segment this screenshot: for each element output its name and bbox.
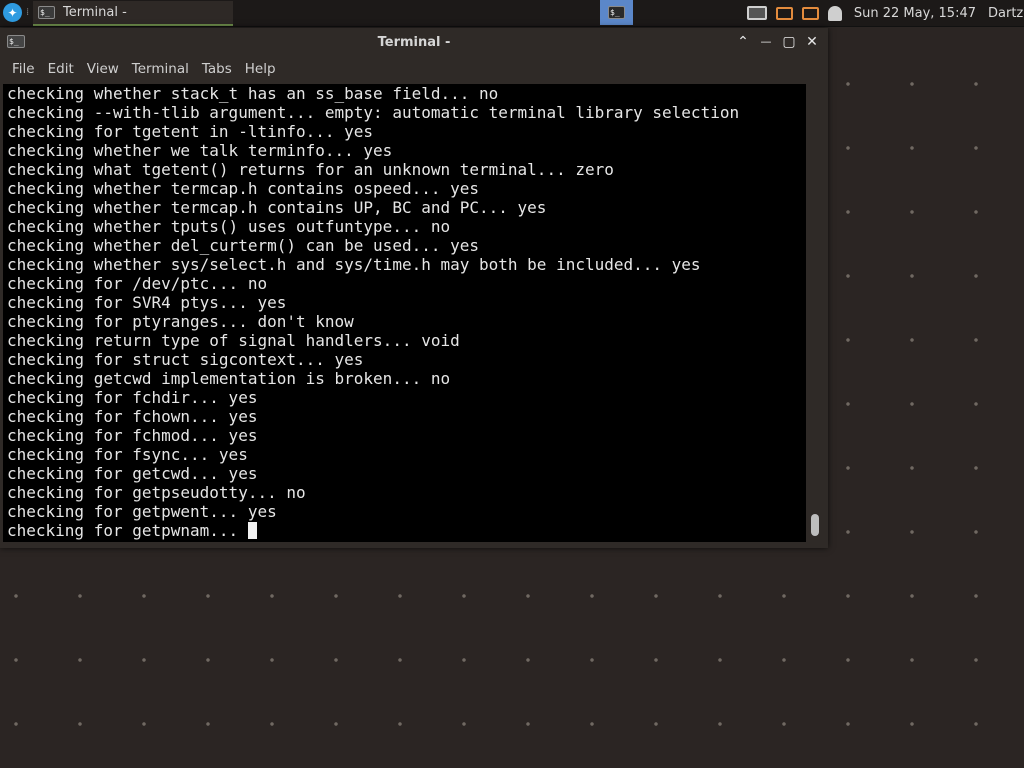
scrollbar[interactable] [808,84,822,542]
terminal-line: checking --with-tlib argument... empty: … [7,103,740,122]
terminal-line: checking for getpseudotty... no [7,483,306,502]
menu-help[interactable]: Help [245,61,276,77]
close-button[interactable]: ✕ [802,32,822,52]
menu-tabs[interactable]: Tabs [202,61,232,77]
maximize-button[interactable]: ▢ [779,32,799,52]
terminal-lines: checking whether stack_t has an ss_base … [3,84,806,540]
terminal-line: checking for getcwd... yes [7,464,258,483]
terminal-line: checking for struct sigcontext... yes [7,350,364,369]
terminal-line: checking whether stack_t has an ss_base … [7,84,499,103]
workspace-switcher[interactable]: $_ [600,0,633,25]
terminal-output[interactable]: checking whether stack_t has an ss_base … [3,84,806,542]
terminal-line: checking for fchdir... yes [7,388,258,407]
terminal-line: checking for fchown... yes [7,407,258,426]
taskbar-item-terminal[interactable]: $_ Terminal - [33,1,233,26]
menu-terminal[interactable]: Terminal [132,61,189,77]
window-title: Terminal - [377,35,451,50]
taskbar-item-label: Terminal - [63,5,127,20]
terminal-line: checking what tgetent() returns for an u… [7,160,614,179]
terminal-line: checking for getpwent... yes [7,502,277,521]
top-panel: ✦ ⁞ $_ Terminal - $_ Sun 22 May, 15:47 D… [0,0,1024,27]
system-tray: Sun 22 May, 15:47 Dartz [746,0,1024,26]
terminal-line: checking for fchmod... yes [7,426,258,445]
terminal-line: checking whether we talk terminfo... yes [7,141,393,160]
panel-handle: ⁞ [26,7,30,18]
terminal-line: checking whether del_curterm() can be us… [7,236,480,255]
terminal-line: checking for getpwnam... [7,521,806,540]
terminal-line: checking for fsync... yes [7,445,248,464]
menu-bar: File Edit View Terminal Tabs Help [0,56,828,82]
chat-icon[interactable] [775,6,793,20]
terminal-line: checking whether termcap.h contains UP, … [7,198,547,217]
user-name[interactable]: Dartz [988,6,1024,21]
terminal-line: checking whether termcap.h contains ospe… [7,179,480,198]
shade-button[interactable]: ⌃ [733,32,753,52]
terminal-icon: $_ [38,6,55,19]
minimize-button[interactable]: — [756,32,776,52]
terminal-icon: $_ [608,6,625,19]
notes-icon[interactable] [801,6,819,20]
terminal-line: checking for ptyranges... don't know [7,312,354,331]
terminal-line: checking whether tputs() uses outfuntype… [7,217,451,236]
terminal-line: checking for SVR4 ptys... yes [7,293,287,312]
terminal-line: checking for /dev/ptc... no [7,274,268,293]
scrollbar-thumb[interactable] [811,514,819,536]
terminal-line: checking whether sys/select.h and sys/ti… [7,255,701,274]
terminal-line: checking for tgetent in -ltinfo... yes [7,122,374,141]
terminal-window: $_ Terminal - ⌃ — ▢ ✕ File Edit View Ter… [0,28,828,548]
window-titlebar[interactable]: $_ Terminal - ⌃ — ▢ ✕ [0,28,828,56]
menu-file[interactable]: File [12,61,35,77]
app-menu-icon[interactable]: ✦ [3,3,22,22]
terminal-line: checking return type of signal handlers.… [7,331,460,350]
network-icon[interactable] [746,6,767,20]
notification-bell-icon[interactable] [827,5,842,21]
menu-edit[interactable]: Edit [48,61,74,77]
terminal-cursor [247,522,257,539]
menu-view[interactable]: View [87,61,119,77]
terminal-line: checking getcwd implementation is broken… [7,369,451,388]
clock[interactable]: Sun 22 May, 15:47 [854,6,976,21]
